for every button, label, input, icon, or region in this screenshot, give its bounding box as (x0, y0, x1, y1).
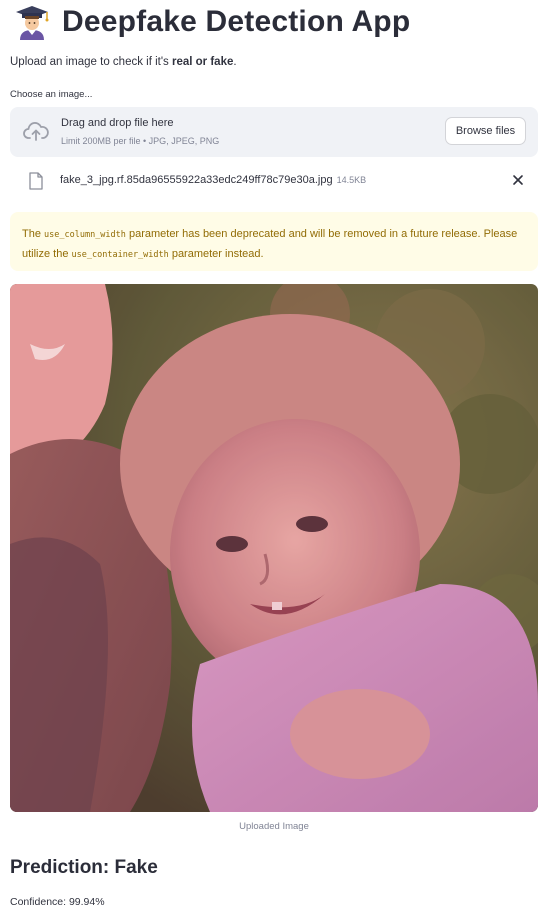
uploaded-file-row: fake_3_jpg.rf.85da96555922a33edc249ff78c… (10, 167, 538, 195)
uploaded-file-size: 14.5KB (336, 175, 367, 185)
intro-text: Upload an image to check if it's real or… (10, 56, 237, 68)
confidence-text: Confidence: 99.94% (10, 896, 105, 908)
file-icon (29, 172, 43, 190)
dropzone-hint: Limit 200MB per file • JPG, JPEG, PNG (61, 136, 220, 146)
file-dropzone[interactable]: Drag and drop file here Limit 200MB per … (10, 107, 538, 157)
scientist-emoji-icon (16, 6, 49, 40)
uploaded-file-name: fake_3_jpg.rf.85da96555922a33edc249ff78c… (60, 174, 367, 186)
browse-files-button[interactable]: Browse files (445, 117, 526, 145)
dropzone-title: Drag and drop file here (61, 117, 174, 129)
page-title: Deepfake Detection App (62, 5, 411, 38)
cloud-upload-icon (23, 122, 49, 141)
page-header: Deepfake Detection App (10, 0, 410, 44)
prediction-heading: Prediction: Fake (10, 857, 158, 878)
close-icon[interactable] (511, 173, 525, 187)
deprecation-warning: The use_column_width parameter has been … (10, 212, 538, 271)
image-caption: Uploaded Image (239, 821, 309, 832)
uploaded-image (10, 284, 538, 812)
uploader-label: Choose an image... (10, 89, 93, 100)
